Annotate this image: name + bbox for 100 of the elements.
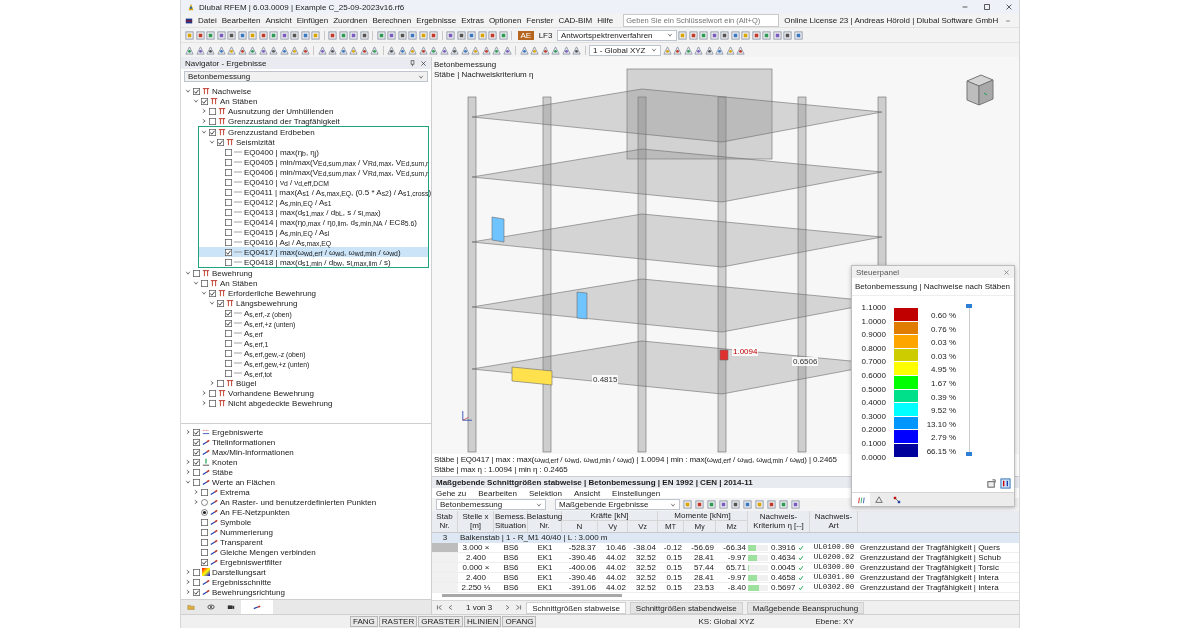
tool-icon[interactable]	[498, 30, 508, 40]
checkbox[interactable]	[193, 578, 200, 586]
tool-icon[interactable]	[439, 45, 449, 55]
tool-icon[interactable]	[673, 45, 682, 55]
chevron-icon[interactable]	[185, 459, 191, 465]
tree-item[interactable]: Transparent	[181, 537, 431, 547]
analysis-dropdown[interactable]: Antwortspektrenverfahren	[556, 29, 677, 41]
checkbox[interactable]	[225, 208, 232, 216]
tool-icon[interactable]	[195, 30, 205, 40]
chevron-icon[interactable]	[185, 569, 191, 575]
tool-icon[interactable]	[743, 500, 752, 510]
tree-item[interactable]: Erforderliche Bewehrung	[181, 288, 431, 298]
status-toggle[interactable]: FANG	[350, 616, 378, 627]
checkbox[interactable]	[225, 158, 232, 166]
checkbox[interactable]	[225, 359, 232, 367]
menu-item[interactable]: Gehe zu	[436, 488, 467, 498]
tree-item[interactable]: EQ0417 | max(ω$_{wd,erf}$ / ω$_{wd}$, ω$_{wd,min}$ / ω$_{wd}$)	[199, 247, 428, 257]
tree-item[interactable]: Stäbe	[181, 467, 431, 477]
chevron-icon[interactable]	[185, 589, 191, 595]
checkbox[interactable]	[217, 138, 224, 146]
checkbox[interactable]	[225, 178, 232, 186]
menu-item[interactable]: Bearbeiten	[478, 488, 517, 498]
tree-item[interactable]: Titelinformationen	[181, 437, 431, 447]
checkbox[interactable]	[225, 339, 232, 347]
tool-icon[interactable]	[791, 500, 800, 510]
menu-item[interactable]: Selektion	[528, 488, 562, 498]
tree-item[interactable]: A$_{s,erf,gew,-z (oben)}$	[181, 348, 431, 358]
chevron-icon[interactable]	[193, 280, 199, 286]
tree-item[interactable]: Vorhandene Bewehrung	[181, 388, 431, 398]
checkbox[interactable]	[225, 238, 232, 246]
coordinate-system-dropdown[interactable]: 1 - Global XYZ	[589, 44, 661, 56]
chevron-icon[interactable]	[185, 579, 191, 585]
menu-item[interactable]: Ansicht	[573, 488, 601, 498]
checkbox[interactable]	[193, 568, 200, 576]
tool-icon[interactable]	[683, 45, 693, 55]
tree-item[interactable]: EQ0413 | max(d$_{s1,max}$ / d$_{bL}$, s / s$_{l,max}$)	[199, 207, 428, 217]
checkbox[interactable]	[225, 309, 232, 317]
tree-item[interactable]: EQ0415 | A$_{s,min,EQ}$ / A$_{sl}$	[199, 227, 428, 237]
tool-icon[interactable]	[540, 45, 550, 55]
tool-icon[interactable]	[269, 30, 278, 40]
menu-item[interactable]: Berechnen	[372, 16, 412, 25]
status-toggle[interactable]: HLINIEN	[463, 616, 502, 627]
tool-icon[interactable]	[730, 30, 740, 40]
tree-item[interactable]: EQ0400 | max(η$_{b}$, η$_{j}$)	[199, 147, 428, 157]
tool-icon[interactable]	[793, 30, 803, 40]
tool-icon[interactable]	[206, 45, 215, 55]
checkbox[interactable]	[193, 438, 200, 446]
tree-item[interactable]: Seismizität	[199, 137, 428, 147]
chevron-icon[interactable]	[185, 469, 191, 475]
tool-icon[interactable]	[481, 45, 491, 55]
checkbox[interactable]	[201, 538, 208, 546]
tool-icon[interactable]	[258, 45, 268, 55]
tree-item[interactable]: EQ0414 | max(η$_{0,max}$ / η$_{0,lim}$, d$_{s,min,NA}$ / EC8$_{5.6}$)	[199, 217, 428, 227]
tool-icon[interactable]	[715, 45, 724, 55]
chevron-icon[interactable]	[193, 98, 199, 104]
tool-icon[interactable]	[719, 500, 728, 510]
checkbox[interactable]	[193, 87, 200, 95]
tree-item[interactable]: An Stäben	[181, 278, 431, 288]
tool-icon[interactable]	[694, 45, 703, 55]
chevron-icon[interactable]	[201, 129, 207, 135]
checkbox[interactable]	[209, 389, 216, 397]
tool-icon[interactable]	[248, 45, 257, 55]
checkbox[interactable]	[193, 269, 200, 277]
tree-item[interactable]: Max/Min-Informationen	[181, 447, 431, 457]
tree-item[interactable]: Gleiche Mengen verbinden	[181, 547, 431, 557]
chevron-icon[interactable]	[185, 88, 191, 94]
scrollbar-thumb[interactable]	[442, 594, 622, 598]
radio-button[interactable]	[201, 498, 208, 506]
menu-item[interactable]: CAD-BIM	[558, 16, 593, 25]
checkbox[interactable]	[225, 319, 232, 327]
tool-icon[interactable]	[227, 30, 236, 40]
chevron-icon[interactable]	[193, 489, 199, 495]
tree-item[interactable]: A$_{s,erf}$	[181, 328, 431, 338]
tree-item[interactable]: An FE-Netzpunkten	[181, 507, 431, 517]
tool-icon[interactable]	[772, 30, 782, 40]
checkbox[interactable]	[225, 228, 232, 236]
table-tab[interactable]: Schnittgrößen stabweise	[526, 601, 626, 614]
status-toggle[interactable]: OFANG	[502, 616, 537, 627]
tool-icon[interactable]	[779, 500, 788, 510]
tree-item[interactable]: EQ0412 | A$_{s,min,EQ}$ / A$_{s1}$	[199, 197, 428, 207]
tree-item[interactable]: EQ0416 | A$_{sl}$ / A$_{s,max,EQ}$	[199, 237, 428, 247]
tool-icon[interactable]	[195, 45, 205, 55]
tool-icon[interactable]	[707, 500, 716, 510]
tree-item[interactable]: Ergebniswerte	[181, 427, 431, 437]
tree-item[interactable]: Knoten	[181, 457, 431, 467]
tree-item[interactable]: Grenzzustand Erdbeben	[199, 127, 428, 137]
result-type-dropdown[interactable]: Maßgebende Ergebnisse	[555, 499, 680, 511]
chevron-icon[interactable]	[201, 108, 207, 114]
menu-item[interactable]: Fenster	[526, 16, 554, 25]
tree-item[interactable]: Symbole	[181, 517, 431, 527]
menu-item[interactable]: Ansicht	[265, 16, 292, 25]
menu-item[interactable]: Zuordnen	[333, 16, 368, 25]
checkbox[interactable]	[201, 518, 208, 526]
tree-item[interactable]: Ausnutzung der Umhüllenden	[181, 106, 431, 116]
first-page-icon[interactable]	[436, 604, 443, 611]
tool-icon[interactable]	[349, 30, 358, 40]
tool-icon[interactable]	[488, 30, 497, 40]
tree-item[interactable]: A$_{s,erf,gew,+z (unten)}$	[181, 358, 431, 368]
tree-item[interactable]: Nicht abgedeckte Bewehrung	[181, 398, 431, 408]
tool-icon[interactable]	[397, 30, 407, 40]
